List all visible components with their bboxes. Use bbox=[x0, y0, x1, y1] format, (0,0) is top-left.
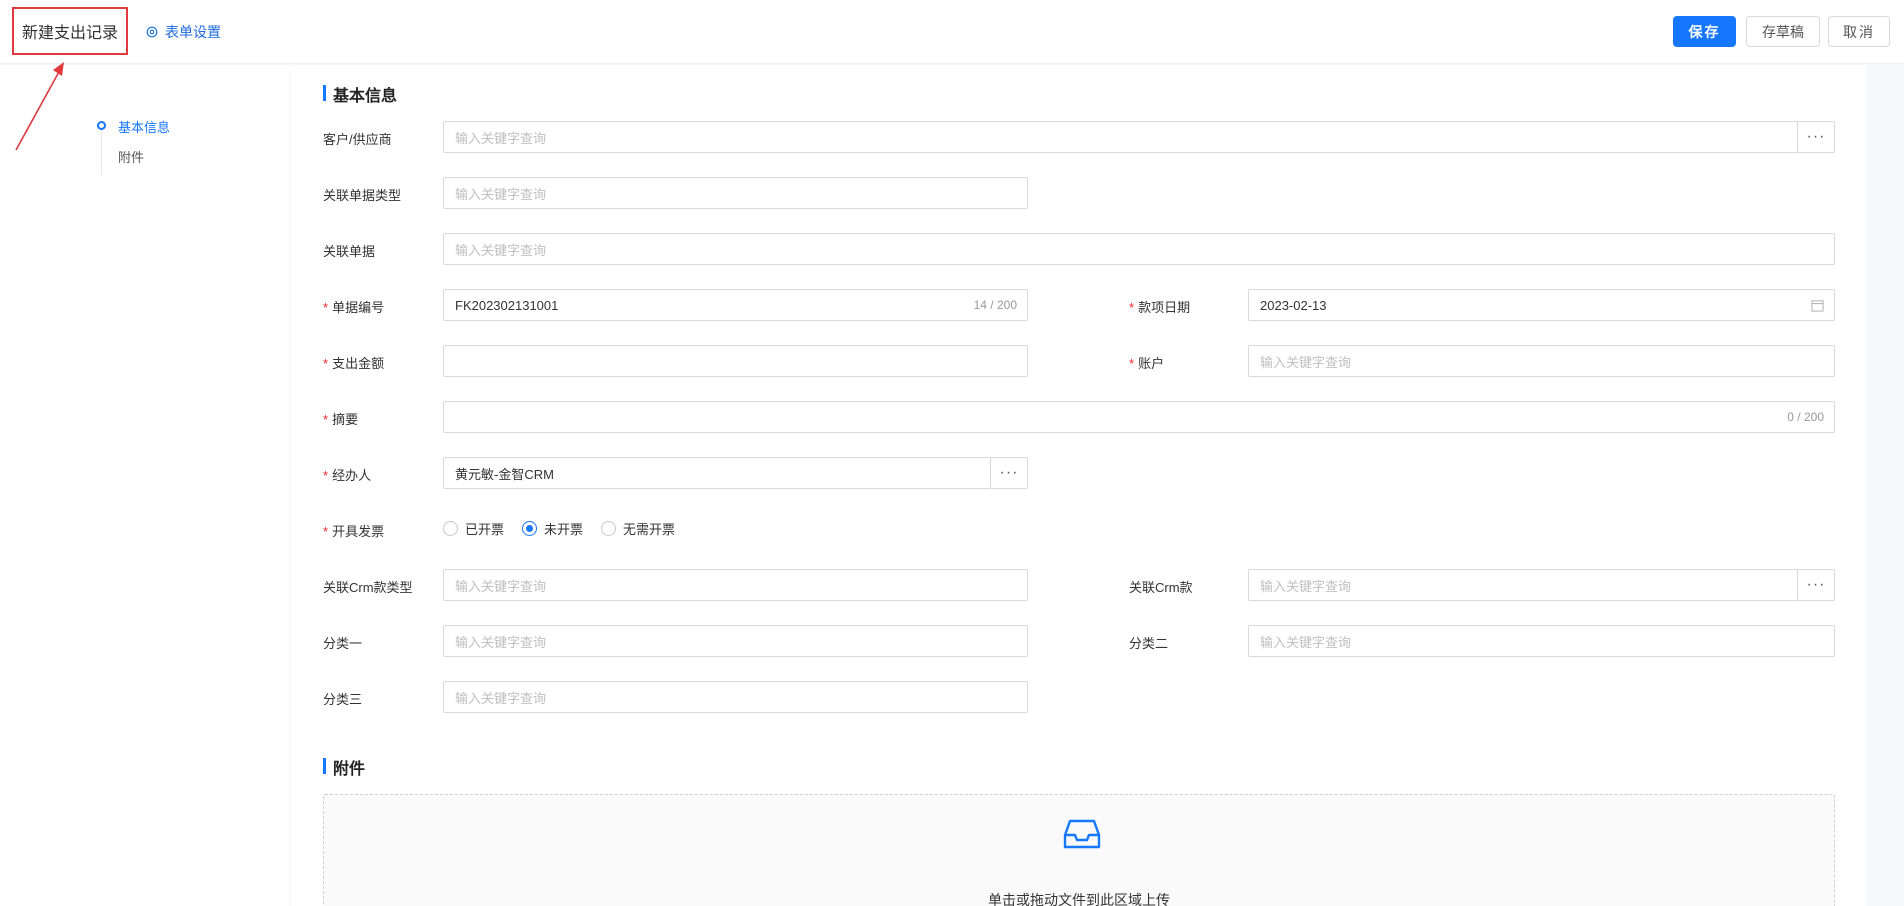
related-doc-label: 关联单据 bbox=[323, 244, 376, 259]
gear-icon bbox=[146, 26, 158, 38]
invoice-option-label: 未开票 bbox=[544, 522, 584, 537]
summary-label: * 摘要 bbox=[323, 412, 359, 427]
crm-type-input[interactable]: 输入关键字查询 bbox=[443, 569, 1028, 601]
crm-placeholder: 输入关键字查询 bbox=[1260, 578, 1352, 594]
form-settings-link[interactable]: 表单设置 bbox=[145, 22, 221, 42]
nav-item-basic-info[interactable]: 基本信息 bbox=[118, 117, 170, 136]
crm-label: 关联Crm款 bbox=[1129, 580, 1193, 595]
doc-no-count: 14 / 200 bbox=[973, 298, 1017, 312]
upload-hint: 单击或拖动文件到此区域上传 bbox=[988, 892, 1170, 906]
customer-input[interactable]: 输入关键字查询 bbox=[443, 121, 1798, 153]
customer-label: 客户/供应商 bbox=[323, 132, 392, 147]
related-doc-type-placeholder: 输入关键字查询 bbox=[455, 186, 547, 202]
invoice-radio-group: 已开票 未开票 无需开票 bbox=[443, 519, 675, 538]
save-button[interactable]: 保存 bbox=[1673, 16, 1736, 47]
invoice-label-text: 开具发票 bbox=[332, 524, 385, 539]
summary-input[interactable]: 0 / 200 bbox=[443, 401, 1835, 433]
cat3-placeholder: 输入关键字查询 bbox=[455, 690, 547, 706]
doc-no-label: * 单据编号 bbox=[323, 300, 385, 315]
cancel-button[interactable]: 取消 bbox=[1828, 16, 1890, 47]
handler-value: 黄元敏-金智CRM bbox=[455, 466, 554, 482]
date-value: 2023-02-13 bbox=[1260, 297, 1327, 313]
nav-item-attachment[interactable]: 附件 bbox=[118, 147, 144, 166]
related-doc-input[interactable]: 输入关键字查询 bbox=[443, 233, 1835, 265]
section-anchor-nav: 基本信息 附件 bbox=[0, 65, 290, 906]
form-main: 基本信息 客户/供应商 输入关键字查询 ··· 关联单据类型 输入关键字查询 关… bbox=[291, 65, 1866, 906]
upload-dropzone[interactable]: 单击或拖动文件到此区域上传 bbox=[323, 794, 1835, 906]
cat1-placeholder: 输入关键字查询 bbox=[455, 634, 547, 650]
nav-line bbox=[101, 123, 102, 175]
radio-circle-checked bbox=[522, 521, 538, 536]
crm-input[interactable]: 输入关键字查询 bbox=[1248, 569, 1798, 601]
date-picker[interactable]: 2023-02-13 bbox=[1248, 289, 1835, 321]
page-header: 新建支出记录 表单设置 保存 存草稿 取消 bbox=[0, 0, 1904, 64]
section-title-basic: 基本信息 bbox=[323, 82, 397, 106]
handler-label: * 经办人 bbox=[323, 468, 372, 483]
crm-picker-button[interactable]: ··· bbox=[1797, 569, 1835, 601]
calendar-icon bbox=[1811, 300, 1824, 312]
related-doc-type-label: 关联单据类型 bbox=[323, 188, 402, 203]
section-title-attachment: 附件 bbox=[323, 755, 365, 779]
cat2-input[interactable]: 输入关键字查询 bbox=[1248, 625, 1835, 657]
cat1-label: 分类一 bbox=[323, 636, 363, 651]
invoice-option-issued[interactable]: 已开票 bbox=[443, 519, 504, 538]
related-doc-placeholder: 输入关键字查询 bbox=[455, 242, 547, 258]
invoice-option-label: 已开票 bbox=[465, 522, 505, 537]
date-label: * 款项日期 bbox=[1129, 300, 1191, 315]
inbox-icon bbox=[1063, 819, 1101, 849]
radio-circle bbox=[443, 521, 458, 536]
customer-picker-button[interactable]: ··· bbox=[1797, 121, 1835, 153]
invoice-option-label: 无需开票 bbox=[623, 522, 676, 537]
crm-type-placeholder: 输入关键字查询 bbox=[455, 578, 547, 594]
doc-no-input[interactable]: FK202302131001 14 / 200 bbox=[443, 289, 1028, 321]
crm-type-label: 关联Crm款类型 bbox=[323, 580, 413, 595]
account-label-text: 账户 bbox=[1138, 356, 1165, 371]
form-settings-label: 表单设置 bbox=[165, 24, 221, 40]
cat2-placeholder: 输入关键字查询 bbox=[1260, 634, 1352, 650]
cat2-label: 分类二 bbox=[1129, 636, 1169, 651]
related-doc-type-input[interactable]: 输入关键字查询 bbox=[443, 177, 1028, 209]
handler-input[interactable]: 黄元敏-金智CRM bbox=[443, 457, 991, 489]
handler-label-text: 经办人 bbox=[332, 468, 372, 483]
save-draft-button[interactable]: 存草稿 bbox=[1746, 16, 1820, 47]
invoice-option-not-issued[interactable]: 未开票 bbox=[522, 519, 583, 538]
handler-picker-button[interactable]: ··· bbox=[990, 457, 1028, 489]
invoice-option-not-needed[interactable]: 无需开票 bbox=[601, 519, 675, 538]
annotation-arrow bbox=[15, 62, 64, 151]
date-label-text: 款项日期 bbox=[1138, 300, 1191, 315]
cat3-input[interactable]: 输入关键字查询 bbox=[443, 681, 1028, 713]
doc-no-label-text: 单据编号 bbox=[332, 300, 385, 315]
amount-input[interactable] bbox=[443, 345, 1028, 377]
account-input[interactable]: 输入关键字查询 bbox=[1248, 345, 1835, 377]
radio-circle bbox=[601, 521, 617, 536]
cat1-input[interactable]: 输入关键字查询 bbox=[443, 625, 1028, 657]
amount-label-text: 支出金额 bbox=[332, 356, 385, 371]
nav-active-dot bbox=[97, 121, 106, 130]
invoice-label: * 开具发票 bbox=[323, 524, 385, 539]
summary-label-text: 摘要 bbox=[332, 412, 359, 427]
amount-label: * 支出金额 bbox=[323, 356, 385, 371]
cat3-label: 分类三 bbox=[323, 692, 363, 707]
account-placeholder: 输入关键字查询 bbox=[1260, 354, 1352, 370]
customer-placeholder: 输入关键字查询 bbox=[455, 130, 547, 146]
account-label: * 账户 bbox=[1129, 356, 1165, 371]
summary-count: 0 / 200 bbox=[1787, 410, 1824, 424]
doc-no-value: FK202302131001 bbox=[455, 297, 559, 313]
